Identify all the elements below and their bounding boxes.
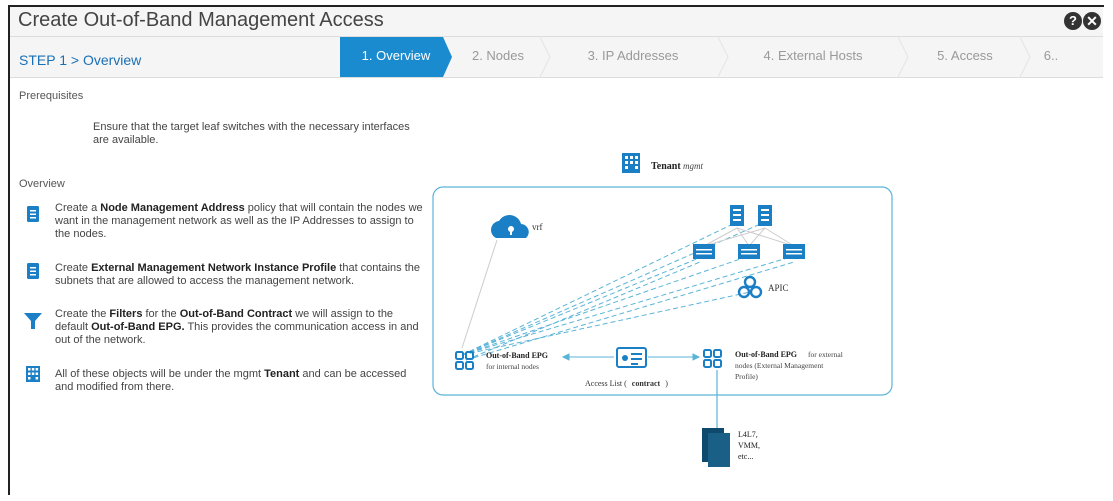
tenant-label: Tenant [651,161,681,172]
external-epg-label: Out-of-Band EPG [735,350,797,359]
internal-epg-sub: for internal nodes [486,362,539,371]
external-hosts-line1: L4L7, [738,430,758,439]
external-hosts-icon [702,428,730,467]
tenant-icon [622,153,640,173]
external-hosts-line2: VMM, [738,441,760,450]
vrf-link [461,239,498,349]
vrf-label: vrf [532,222,543,232]
fabric-links [703,227,795,247]
contract-icon [616,347,647,368]
leaf-switch-icon [738,244,760,259]
vrf-cloud-icon [491,215,529,238]
external-epg-icon [703,349,722,368]
node-connections [461,221,795,361]
external-hosts-line3: etc... [738,452,753,461]
internal-epg-label: Out-of-Band EPG [486,351,548,360]
spine-switch-icon [730,205,744,226]
apic-icon [737,275,763,299]
access-list-label: Access List (contract) [585,379,668,388]
spine-switch-icon [758,205,772,226]
oob-diagram: Tenant mgmt vrf APIC Out-of-Band EPG for… [432,153,893,467]
leaf-switch-icon [693,244,715,259]
external-epg-sub2: nodes (External Management [735,361,824,370]
apic-label: APIC [768,283,789,293]
external-epg-sub1: for external [808,350,843,359]
tenant-name: mgmt [683,161,703,171]
leaf-switch-icon [783,244,805,259]
external-epg-sub3: Profile) [735,372,758,381]
